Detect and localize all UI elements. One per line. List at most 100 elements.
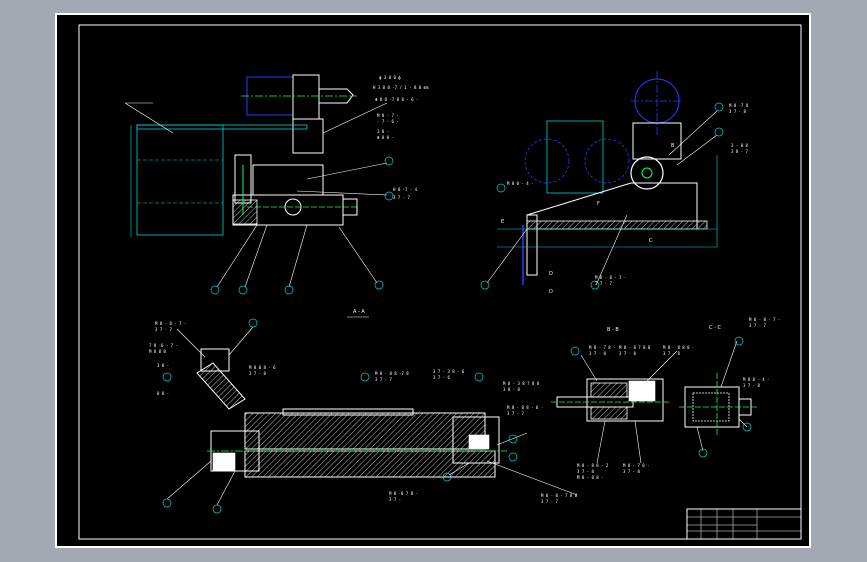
drawing-sheet: ф 3 8 0 ф H 3 8 0 -7 / 1 - 8 8 mm Φ 8 0 … <box>55 13 811 548</box>
leader <box>720 340 738 388</box>
note: 3 7 - 3 8 - 6 <box>433 369 465 374</box>
note: 3 7 - 8 <box>743 383 760 388</box>
hatch-block <box>232 199 258 225</box>
balloon <box>210 285 220 295</box>
balloon <box>238 285 248 295</box>
cylinder-upper <box>244 412 486 450</box>
note: M 8 - 7 8 - <box>589 345 616 350</box>
note: 3 - 8 8 <box>731 143 748 148</box>
note: M 8 - 8 8 - <box>577 475 604 480</box>
note: 7 8 -6 - 7 - <box>149 343 178 348</box>
note: 3 7 - 7 <box>749 323 766 328</box>
section-cc-notes: M 8 - 8 - 7 - 3 7 - 7 M 8 0 - 4 - 3 7 - … <box>743 317 780 388</box>
bb-hatch <box>590 382 628 398</box>
leader <box>486 228 528 284</box>
leader <box>166 460 212 500</box>
note: M 8 - 8 - 7 - <box>749 317 780 322</box>
cad-drawing: ф 3 8 0 ф H 3 8 0 -7 / 1 - 8 8 mm Φ 8 0 … <box>78 24 802 540</box>
note: ф 3 8 0 ф <box>379 75 401 80</box>
section-title: A - A <box>353 309 365 315</box>
note: 3 7 - 8 <box>589 351 606 356</box>
balloon <box>734 336 744 346</box>
balloon <box>384 191 394 201</box>
pulley-hub <box>641 167 653 179</box>
note: M 8 0 8 - 6 <box>249 365 276 370</box>
balloon <box>248 318 258 328</box>
note: M 8 - 8 8 - 2 <box>577 463 609 468</box>
leader <box>244 224 268 288</box>
note: 3 7 - 7 <box>541 499 558 504</box>
note: 3 8 - <box>157 363 169 368</box>
note: 3 8 - <box>377 129 389 134</box>
view-letter: C <box>649 238 653 244</box>
right-block <box>468 434 490 450</box>
balloon <box>570 346 580 356</box>
note: 3 7 - 7 <box>507 411 524 416</box>
frame-cyan <box>546 120 604 194</box>
balloon <box>162 372 172 382</box>
balloon <box>360 372 370 382</box>
view-letter: E <box>501 219 504 225</box>
view-letter: D <box>549 289 553 295</box>
pulley-large <box>630 156 664 190</box>
frame-cyan <box>136 124 224 236</box>
leader <box>676 134 718 166</box>
roll-dashed <box>584 138 630 184</box>
balloon <box>212 504 222 514</box>
note: 3 7 - 7 <box>595 281 612 286</box>
section-bb: B - B M 8 - 7 8 - 3 7 - 8 M 8 - 8 7 8 8 … <box>551 327 694 480</box>
note: M 8 8 0 <box>149 349 166 354</box>
leader <box>634 420 642 464</box>
balloon <box>384 156 394 166</box>
note: 3 7 - 8 <box>249 371 266 376</box>
note: M 8 - 8 - 7 - <box>155 321 186 326</box>
section-cc: C - C M 8 - 8 - 7 - 3 7 - 7 M 8 0 - 4 - … <box>679 317 780 458</box>
leader <box>338 226 378 284</box>
leader <box>486 460 578 496</box>
leader <box>668 110 718 156</box>
bb-hatch <box>590 406 628 420</box>
note: M 8 - 8 - 7 - <box>595 275 626 280</box>
note: M 8 - 8 - 7 8 8 <box>541 493 578 498</box>
leader <box>696 426 704 452</box>
frame-top <box>136 124 308 130</box>
view-letter: B <box>671 143 675 149</box>
leader <box>216 470 236 506</box>
view-a-notes: ф 3 8 0 ф H 3 8 0 -7 / 1 - 8 8 mm Φ 8 0 … <box>373 75 429 200</box>
leader <box>124 102 174 134</box>
view-b-notes: M 8 -7 8 3 7 - 8 3 - 8 8 3 8 - 7 M 8 0 -… <box>507 103 749 286</box>
leader <box>228 326 254 356</box>
note: 3 8 - 7 <box>731 149 748 154</box>
note: 3 7 - 7 <box>393 195 410 200</box>
note: M 8 - 7 8 - <box>623 463 650 468</box>
note: 3 7 - 8 <box>623 469 640 474</box>
note: M 8 - 8 8 - 6 - <box>507 405 543 410</box>
note: 3 7 - 7 <box>375 377 392 382</box>
note: M 8 -7 8 <box>729 103 749 108</box>
balloon <box>508 452 518 462</box>
balloon <box>284 285 294 295</box>
note: 3 7 - 8 <box>577 469 594 474</box>
upper-body <box>252 164 324 196</box>
balloon <box>474 372 484 382</box>
note: 3 7 - <box>389 497 401 502</box>
note: M 8 - 8 7 8 8 <box>619 345 651 350</box>
balloon <box>714 127 724 137</box>
leader <box>596 420 606 464</box>
note: 3 7 - 6 <box>433 375 450 380</box>
balloon <box>508 434 518 444</box>
view-a: ф 3 8 0 ф H 3 8 0 -7 / 1 - 8 8 mm Φ 8 0 … <box>124 74 429 295</box>
leader <box>288 224 308 288</box>
gearbox <box>292 118 324 154</box>
note: - 7 - 6 - <box>377 119 399 124</box>
note: M 8 - 8 8 8 - <box>663 345 694 350</box>
bb-block <box>628 380 656 402</box>
leader <box>580 354 598 382</box>
section-aa: A - A M 8 - 8 - 7 - 3 7 - 7 7 8 -6 - 7 -… <box>149 309 578 514</box>
note: 3 8 - 8 <box>503 387 520 392</box>
note: M 8 0 - 4 - <box>743 377 770 382</box>
view-letter: D <box>549 271 553 277</box>
section-title: B - B <box>607 327 619 333</box>
note: M 8 - 3 8 7 8 8 <box>503 381 540 386</box>
balloon <box>162 498 172 508</box>
